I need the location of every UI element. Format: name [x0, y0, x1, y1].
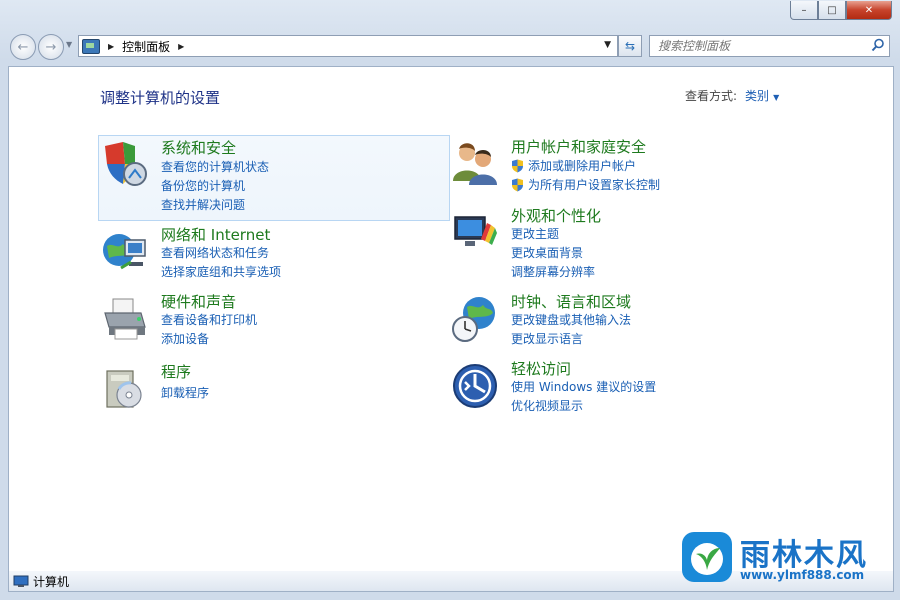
control-panel-icon — [82, 38, 100, 54]
link-change-display-language[interactable]: 更改显示语言 — [511, 330, 583, 347]
watermark: 雨林木风 www.ylmf888.com — [680, 526, 890, 588]
address-dropdown-icon[interactable]: ▼ — [604, 40, 611, 50]
printer-icon — [104, 298, 146, 340]
category-user-accounts[interactable]: 用户帐户和家庭安全 添加或删除用户帐户 为所有用户设置家长控制 — [449, 135, 799, 195]
clock-globe-icon — [452, 297, 495, 342]
refresh-icon: ⇆ — [624, 39, 636, 53]
users-icon — [453, 143, 497, 185]
link-screen-resolution[interactable]: 调整屏幕分辨率 — [511, 263, 595, 280]
network-globe-icon — [103, 234, 146, 270]
category-clock-language-region[interactable]: 时钟、语言和区域 更改键盘或其他输入法 更改显示语言 — [449, 291, 799, 351]
status-text: 计算机 — [33, 574, 70, 589]
navigation-bar: ← → ▼ ▶ 控制面板 ▶ ▼ ⇆ — [0, 30, 900, 62]
view-by-label: 查看方式: — [685, 89, 738, 103]
link-change-theme[interactable]: 更改主题 — [511, 225, 559, 242]
category-appearance[interactable]: 外观和个性化 更改主题 更改桌面背景 调整屏幕分辨率 — [449, 205, 799, 279]
recent-pages-chevron-icon[interactable]: ▼ — [66, 40, 72, 49]
link-troubleshoot[interactable]: 查找并解决问题 — [161, 196, 245, 213]
category-title[interactable]: 轻松访问 — [511, 358, 571, 379]
minimize-button[interactable]: – — [790, 1, 818, 20]
uac-shield-icon — [512, 178, 523, 191]
link-optimize-video[interactable]: 优化视频显示 — [511, 397, 583, 414]
breadcrumb-arrow-icon[interactable]: ▶ — [178, 42, 184, 51]
link-view-computer-status[interactable]: 查看您的计算机状态 — [161, 158, 269, 175]
link-parental-controls[interactable]: 为所有用户设置家长控制 — [511, 176, 660, 193]
link-text[interactable]: 添加或删除用户帐户 — [528, 157, 636, 174]
link-homegroup[interactable]: 选择家庭组和共享选项 — [161, 263, 281, 280]
link-add-remove-accounts[interactable]: 添加或删除用户帐户 — [511, 157, 636, 174]
page-title: 调整计算机的设置 — [100, 89, 221, 107]
category-system-security[interactable]: 系统和安全 查看您的计算机状态 备份您的计算机 查找并解决问题 — [98, 135, 450, 221]
security-shield-icon — [105, 142, 147, 186]
link-text[interactable]: 为所有用户设置家长控制 — [528, 176, 660, 193]
search-icon[interactable] — [871, 38, 885, 52]
category-network-internet[interactable]: 网络和 Internet 查看网络状态和任务 选择家庭组和共享选项 — [99, 224, 449, 284]
link-desktop-background[interactable]: 更改桌面背景 — [511, 244, 583, 261]
forward-button[interactable]: → — [38, 34, 64, 60]
ease-of-access-icon — [453, 364, 497, 408]
category-title[interactable]: 系统和安全 — [161, 137, 236, 158]
link-network-status[interactable]: 查看网络状态和任务 — [161, 244, 269, 261]
category-title[interactable]: 时钟、语言和区域 — [511, 291, 631, 312]
content-pane: 调整计算机的设置 查看方式: 类别 ▼ 系统和安全 查看您的计算机状态 备份您的计算… — [8, 66, 894, 572]
link-recommended-settings[interactable]: 使用 Windows 建议的设置 — [511, 378, 656, 395]
programs-box-icon — [106, 370, 142, 408]
appearance-monitor-icon — [454, 216, 497, 246]
category-title[interactable]: 用户帐户和家庭安全 — [511, 136, 646, 157]
link-change-keyboard[interactable]: 更改键盘或其他输入法 — [511, 311, 631, 328]
maximize-button[interactable]: □ — [818, 1, 846, 20]
breadcrumb-arrow-icon[interactable]: ▶ — [108, 42, 114, 51]
category-programs[interactable]: 程序 卸载程序 — [99, 361, 449, 408]
view-by-dropdown[interactable]: 类别 — [745, 89, 769, 103]
category-ease-of-access[interactable]: 轻松访问 使用 Windows 建议的设置 优化视频显示 — [449, 358, 799, 418]
refresh-button[interactable]: ⇆ — [618, 35, 642, 57]
title-bar[interactable]: – □ ✕ — [0, 0, 900, 28]
link-uninstall-program[interactable]: 卸载程序 — [161, 384, 209, 401]
link-devices-printers[interactable]: 查看设备和打印机 — [161, 311, 257, 328]
link-backup-computer[interactable]: 备份您的计算机 — [161, 177, 245, 194]
control-panel-window: – □ ✕ ← → ▼ ▶ 控制面板 ▶ ▼ ⇆ 调整计算机的设置 — [0, 0, 900, 600]
uac-shield-icon — [512, 159, 523, 172]
view-by-chevron-down-icon[interactable]: ▼ — [773, 93, 779, 102]
category-hardware-sound[interactable]: 硬件和声音 查看设备和打印机 添加设备 — [99, 291, 449, 351]
watermark-logo-icon — [682, 532, 732, 582]
search-input[interactable] — [656, 38, 870, 54]
breadcrumb-control-panel[interactable]: 控制面板 — [122, 38, 170, 55]
caption-buttons: – □ ✕ — [790, 1, 892, 20]
category-title[interactable]: 程序 — [161, 361, 191, 382]
link-add-device[interactable]: 添加设备 — [161, 330, 209, 347]
back-button[interactable]: ← — [10, 34, 36, 60]
watermark-url: www.ylmf888.com — [740, 568, 865, 582]
close-button[interactable]: ✕ — [846, 1, 892, 20]
category-title[interactable]: 网络和 Internet — [161, 224, 270, 245]
address-bar[interactable]: ▶ 控制面板 ▶ ▼ — [78, 35, 618, 57]
category-title[interactable]: 外观和个性化 — [511, 205, 601, 226]
computer-icon — [13, 575, 29, 587]
search-box[interactable] — [649, 35, 890, 57]
category-title[interactable]: 硬件和声音 — [161, 291, 236, 312]
view-by: 查看方式: 类别 ▼ — [685, 87, 779, 104]
